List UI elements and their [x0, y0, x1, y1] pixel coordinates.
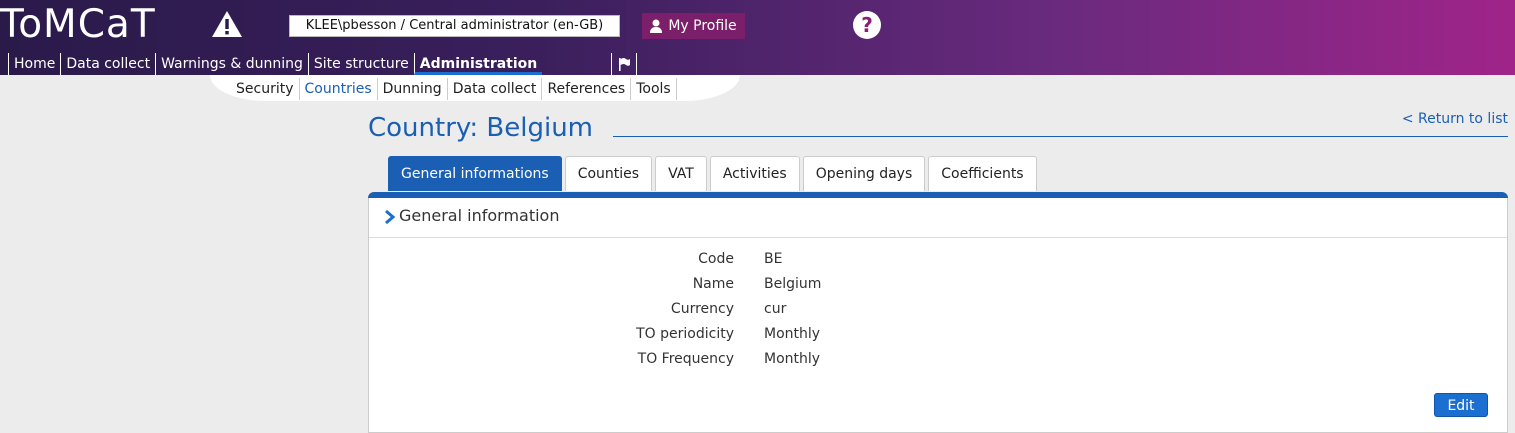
tab-activities[interactable]: Activities — [709, 156, 800, 191]
tab-coefficients[interactable]: Coefficients — [928, 156, 1037, 191]
user-icon — [650, 19, 663, 33]
field-label: TO Frequency — [637, 351, 734, 367]
field-label: TO periodicity — [636, 326, 734, 342]
tab-opening-days[interactable]: Opening days — [802, 156, 926, 191]
field-label: Code — [698, 251, 734, 267]
chevron-right-icon — [383, 209, 397, 225]
nav-item-site-structure[interactable]: Site structure — [307, 53, 414, 75]
field-row-to-frequency: TO Frequency Monthly — [369, 351, 969, 376]
subnav-item-dunning[interactable]: Dunning — [378, 78, 448, 100]
page-title: Country: Belgium — [368, 113, 594, 143]
tab-bar: General informations Counties VAT Activi… — [388, 156, 1037, 191]
help-icon[interactable]: ? — [853, 11, 881, 39]
field-value: Belgium — [764, 276, 822, 292]
edit-button[interactable]: Edit — [1434, 393, 1488, 417]
app-logo[interactable]: ToMCaT — [0, 2, 156, 47]
flag-icon[interactable] — [611, 53, 638, 75]
header-bar: ToMCaT KLEE\pbesson / Central administra… — [0, 0, 1515, 75]
return-to-list-link[interactable]: < Return to list — [1402, 111, 1508, 127]
nav-item-administration[interactable]: Administration — [413, 53, 543, 75]
my-profile-label: My Profile — [668, 18, 737, 34]
tab-general-informations[interactable]: General informations — [388, 156, 562, 191]
main-nav: Home Data collect Warnings & dunning Sit… — [0, 53, 638, 75]
tab-vat[interactable]: VAT — [655, 156, 707, 191]
current-user-box[interactable]: KLEE\pbesson / Central administrator (en… — [289, 15, 620, 37]
subnav-item-security[interactable]: Security — [231, 78, 300, 100]
title-divider — [613, 136, 1508, 137]
nav-item-warnings-dunning[interactable]: Warnings & dunning — [155, 53, 308, 75]
field-label: Name — [692, 276, 734, 292]
field-value: BE — [764, 251, 783, 267]
subnav-item-countries[interactable]: Countries — [300, 78, 378, 100]
warning-icon[interactable] — [211, 10, 243, 38]
subnav-item-tools[interactable]: Tools — [631, 78, 677, 100]
field-row-code: Code BE — [369, 251, 969, 276]
section-header[interactable]: General information — [369, 198, 1507, 238]
nav-item-data-collect[interactable]: Data collect — [60, 53, 155, 75]
field-value: Monthly — [764, 351, 821, 367]
field-value: Monthly — [764, 326, 821, 342]
field-row-to-periodicity: TO periodicity Monthly — [369, 326, 969, 351]
field-row-name: Name Belgium — [369, 276, 969, 301]
general-info-panel: General information Code BE Name Belgium… — [368, 198, 1508, 433]
subnav-item-data-collect[interactable]: Data collect — [448, 78, 543, 100]
field-value: cur — [764, 301, 787, 317]
subnav-item-references[interactable]: References — [542, 78, 632, 100]
tab-counties[interactable]: Counties — [564, 156, 653, 191]
field-label: Currency — [670, 301, 734, 317]
nav-item-home[interactable]: Home — [8, 53, 60, 75]
section-title: General information — [399, 206, 560, 225]
my-profile-button[interactable]: My Profile — [642, 13, 745, 39]
sub-nav: Security Countries Dunning Data collect … — [231, 78, 677, 100]
field-row-currency: Currency cur — [369, 301, 969, 326]
